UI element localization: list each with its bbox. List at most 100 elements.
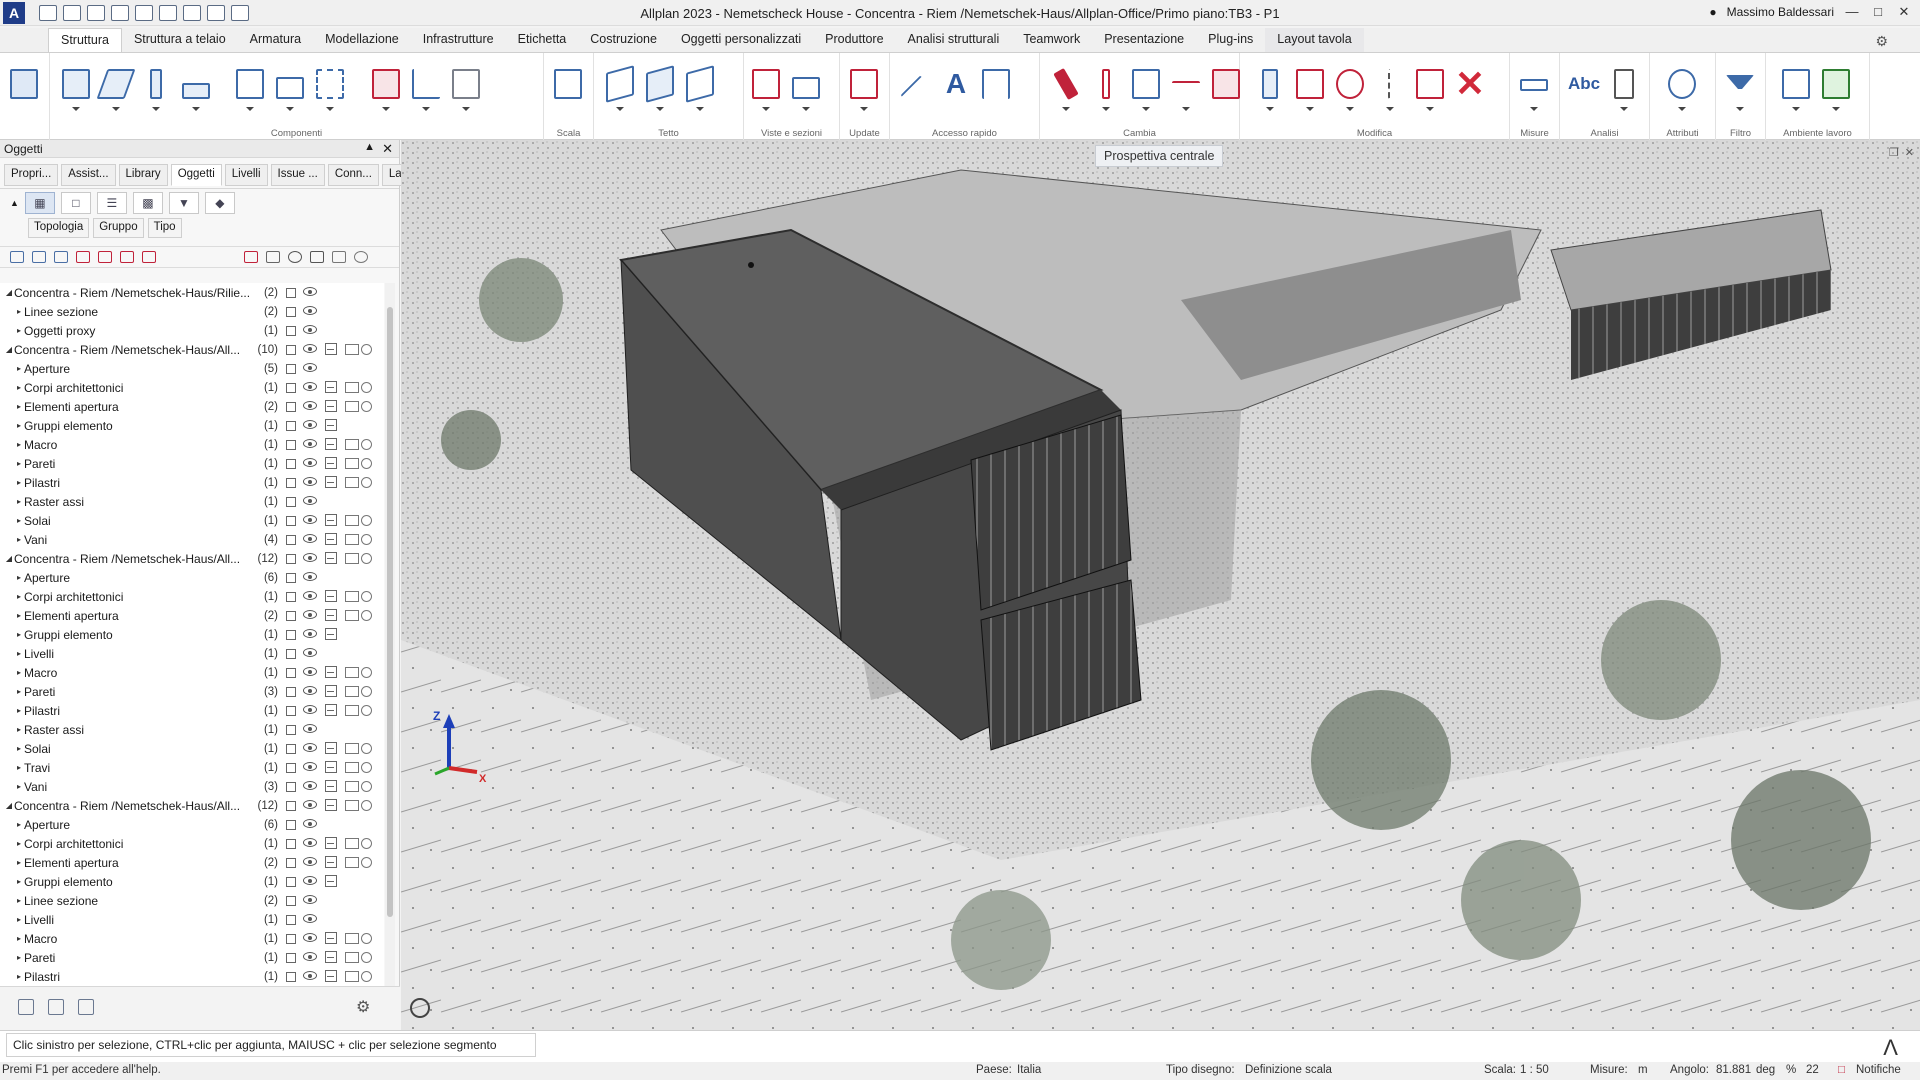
layout-icon[interactable] <box>207 4 225 21</box>
ring-option-icon[interactable] <box>361 401 372 412</box>
minimize-button[interactable]: — <box>1844 4 1860 20</box>
visibility-eye-icon[interactable] <box>303 857 317 866</box>
row-checkbox[interactable] <box>286 287 296 298</box>
structure-view-icon[interactable]: ▦ <box>24 191 55 214</box>
row-checkbox[interactable] <box>286 477 296 488</box>
unlink-icon[interactable] <box>76 251 90 263</box>
tab-plug-ins[interactable]: Plug-ins <box>1196 28 1265 52</box>
row-checkbox[interactable] <box>286 838 296 849</box>
ring-option-icon[interactable] <box>361 439 372 450</box>
expand-arrow-icon[interactable]: ▸ <box>14 307 24 316</box>
expand-arrow-icon[interactable]: ▸ <box>14 839 24 848</box>
rotate-icon[interactable] <box>1334 67 1366 111</box>
visibility-eye-icon[interactable] <box>303 686 317 695</box>
expand-arrow-icon[interactable]: ▸ <box>14 744 24 753</box>
cube-3d-icon[interactable] <box>325 742 337 754</box>
settings-gear-icon[interactable]: ⚙ <box>1875 33 1888 50</box>
redo-icon[interactable] <box>159 4 177 21</box>
row-checkbox[interactable] <box>286 819 296 830</box>
ring-option-icon[interactable] <box>361 382 372 393</box>
edit-element-icon[interactable] <box>1130 67 1162 111</box>
edit-pen-icon[interactable] <box>345 477 359 488</box>
visibility-eye-icon[interactable] <box>303 800 317 809</box>
scala-value[interactable]: 1 : 50 <box>1520 1064 1549 1076</box>
select-icon[interactable] <box>98 251 112 263</box>
row-checkbox[interactable] <box>286 458 296 469</box>
row-checkbox[interactable] <box>286 686 296 697</box>
row-checkbox[interactable] <box>286 496 296 507</box>
tree-item-row[interactable]: ▸ Livelli (1) <box>0 910 384 929</box>
import-icon[interactable] <box>48 999 64 1015</box>
row-checkbox[interactable] <box>286 933 296 944</box>
ring-option-icon[interactable] <box>361 344 372 355</box>
cube-3d-icon[interactable] <box>325 761 337 773</box>
tree-item-row[interactable]: ▸ Linee sezione (2) <box>0 891 384 910</box>
edit-pen-icon[interactable] <box>345 401 359 412</box>
checkbox-header-icon[interactable] <box>266 251 280 263</box>
percent-value[interactable]: 22 <box>1806 1064 1819 1076</box>
pick-format-icon[interactable] <box>1090 67 1122 111</box>
cube-3d-icon[interactable] <box>325 438 337 450</box>
notification-icon[interactable]: □ <box>1838 1064 1845 1076</box>
edit-pen-icon[interactable] <box>345 553 359 564</box>
ring-option-icon[interactable] <box>361 857 372 868</box>
tree-item-row[interactable]: ▸ Gruppi elemento (1) <box>0 872 384 891</box>
filter-icon[interactable] <box>1724 67 1756 111</box>
edit-pen-icon[interactable] <box>345 439 359 450</box>
undo-icon[interactable] <box>135 4 153 21</box>
expand-all-icon[interactable] <box>10 251 24 263</box>
pin-icon[interactable]: ▲ <box>364 141 375 153</box>
cube-3d-icon[interactable] <box>325 799 337 811</box>
visibility-eye-icon[interactable] <box>303 667 317 676</box>
tab-teamwork[interactable]: Teamwork <box>1011 28 1092 52</box>
tree-item-row[interactable]: ▸ Macro (1) <box>0 435 384 454</box>
row-checkbox[interactable] <box>286 572 296 583</box>
update-icon[interactable] <box>848 67 880 111</box>
visibility-eye-icon[interactable] <box>303 572 317 581</box>
3d-viewport[interactable]: Prospettiva centrale ❐ ✕ Z X <box>401 140 1920 1030</box>
ring-option-icon[interactable] <box>361 477 372 488</box>
filter-view-icon[interactable]: ▼ <box>168 191 199 214</box>
window-icon[interactable] <box>370 67 402 111</box>
tree-item-row[interactable]: ▸ Elementi apertura (2) <box>0 853 384 872</box>
row-checkbox[interactable] <box>286 534 296 545</box>
tree-item-row[interactable]: ▸ Pilastri (1) <box>0 967 384 986</box>
visibility-eye-icon[interactable] <box>303 762 317 771</box>
print-icon[interactable] <box>111 4 129 21</box>
ring-option-icon[interactable] <box>361 458 372 469</box>
new-file-icon[interactable] <box>39 4 57 21</box>
visibility-eye-icon[interactable] <box>303 591 317 600</box>
tree-scrollbar[interactable] <box>385 283 395 986</box>
grid-icon[interactable] <box>314 67 346 111</box>
cube-3d-icon[interactable] <box>325 666 337 678</box>
visibility-eye-icon[interactable] <box>303 781 317 790</box>
expand-arrow-icon[interactable]: ▸ <box>14 649 24 658</box>
structure-icon[interactable] <box>8 67 40 101</box>
collapse-arrow-icon[interactable]: ◢ <box>4 554 14 563</box>
isolate-icon[interactable] <box>142 251 156 263</box>
ring-header-icon[interactable] <box>354 251 368 263</box>
foundation-icon[interactable] <box>180 67 212 111</box>
ring-option-icon[interactable] <box>361 762 372 773</box>
visibility-eye-icon[interactable] <box>303 458 317 467</box>
attributes-icon[interactable] <box>1666 67 1698 111</box>
tree-item-row[interactable]: ▸ Travi (1) <box>0 758 384 777</box>
expand-arrow-icon[interactable]: ▸ <box>14 611 24 620</box>
tab-infrastrutture[interactable]: Infrastrutture <box>411 28 506 52</box>
stair-icon[interactable] <box>410 67 442 111</box>
cube-header-icon[interactable] <box>310 251 324 263</box>
ring-option-icon[interactable] <box>361 971 372 982</box>
collapse-arrow-icon[interactable]: ◢ <box>4 288 14 297</box>
layer-view-icon[interactable]: ☰ <box>96 191 127 214</box>
ring-option-icon[interactable] <box>361 705 372 716</box>
row-checkbox[interactable] <box>286 895 296 906</box>
visibility-header-icon[interactable] <box>288 251 302 263</box>
tools-icon[interactable] <box>231 4 249 21</box>
ring-option-icon[interactable] <box>361 933 372 944</box>
expand-arrow-icon[interactable]: ▸ <box>14 402 24 411</box>
snap-icon[interactable] <box>1820 67 1852 111</box>
tab-connect[interactable]: Conn... <box>327 164 379 186</box>
edit-pen-icon[interactable] <box>345 743 359 754</box>
tree-item-row[interactable]: ▸ Oggetti proxy (1) <box>0 321 384 340</box>
expand-arrow-icon[interactable]: ▸ <box>14 478 24 487</box>
